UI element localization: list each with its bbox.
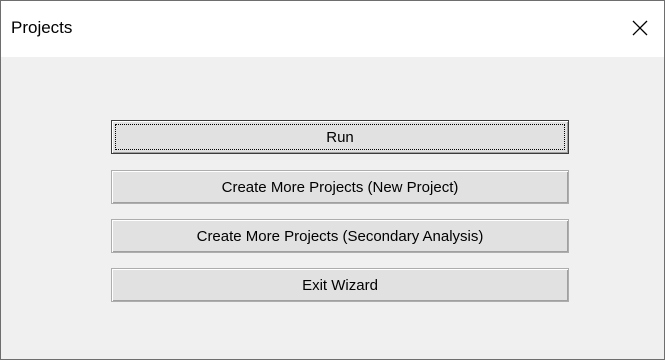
run-button[interactable]: Run: [111, 120, 569, 154]
title-bar: Projects: [1, 1, 664, 57]
dialog-body: Run Create More Projects (New Project) C…: [1, 57, 664, 359]
close-button[interactable]: [622, 10, 658, 46]
window-title: Projects: [11, 18, 73, 37]
close-icon: [632, 20, 648, 36]
exit-wizard-button[interactable]: Exit Wizard: [111, 268, 569, 302]
create-new-project-button[interactable]: Create More Projects (New Project): [111, 170, 569, 204]
projects-dialog: Projects Run Create More Projects (New P…: [0, 0, 665, 360]
create-secondary-analysis-button[interactable]: Create More Projects (Secondary Analysis…: [111, 219, 569, 253]
